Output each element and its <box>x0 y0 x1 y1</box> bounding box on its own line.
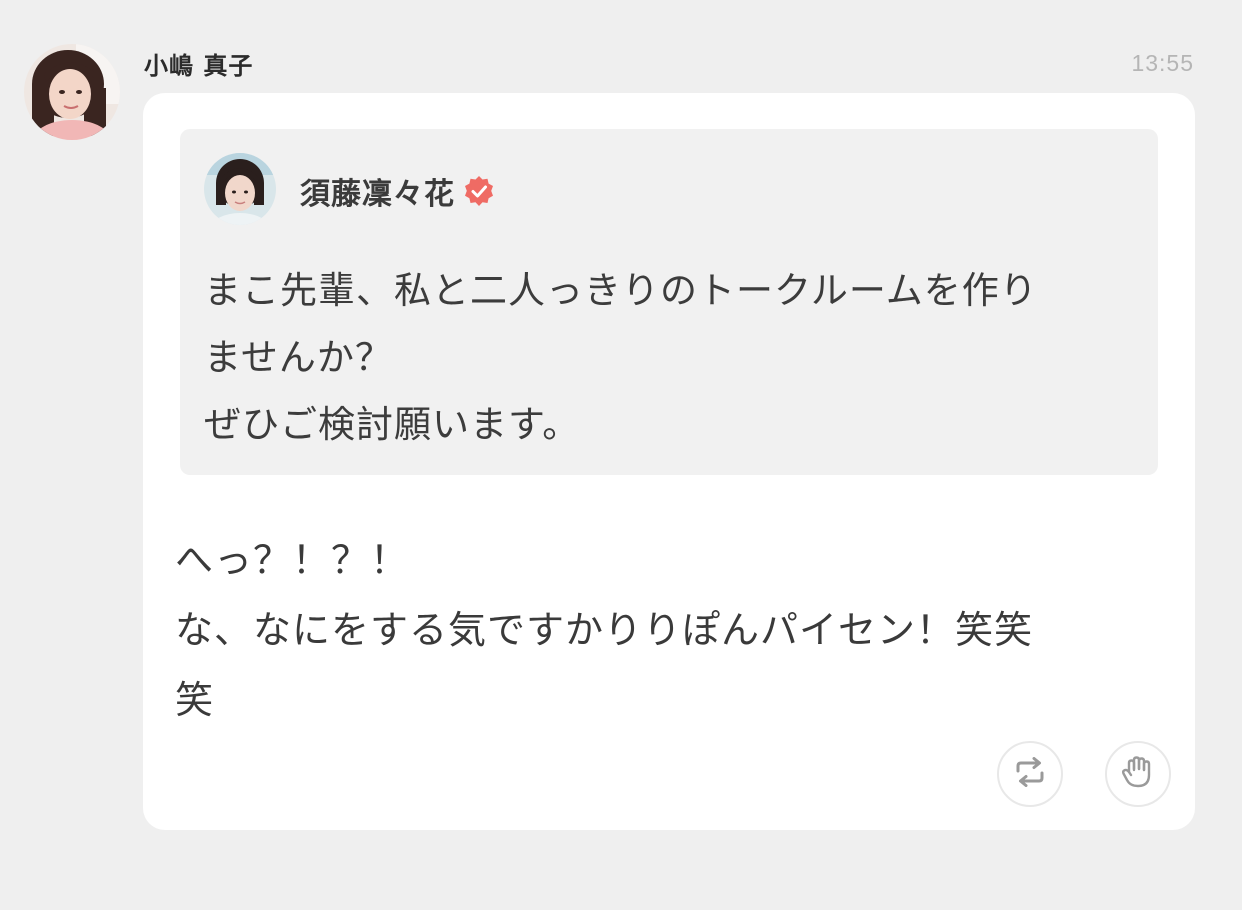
quote-author-avatar[interactable] <box>204 153 276 225</box>
quoted-message[interactable]: 須藤凜々花 まこ先輩、私と二人っきりのトークルームを作り ませんか？ ぜひご検討… <box>180 129 1158 475</box>
clap-button[interactable] <box>1105 741 1171 807</box>
repost-button[interactable] <box>997 741 1063 807</box>
message-card: 須藤凜々花 まこ先輩、私と二人っきりのトークルームを作り ませんか？ ぜひご検討… <box>143 93 1195 830</box>
sender-name: 小嶋 真子 <box>144 52 254 80</box>
repost-icon <box>1013 757 1047 791</box>
verified-badge-icon <box>463 175 495 207</box>
quote-text: まこ先輩、私と二人っきりのトークルームを作り ませんか？ ぜひご検討願います。 <box>204 269 1038 446</box>
quote-author-name: 須藤凜々花 <box>300 177 455 212</box>
clap-icon <box>1120 754 1156 794</box>
sender-avatar[interactable] <box>24 44 120 140</box>
reply-text: へっ？！？！ な、なにをする気ですかりりぽんパイセン！笑笑 笑 <box>175 538 1034 722</box>
quote-author: 須藤凜々花 <box>300 169 495 213</box>
message-timestamp: 13:55 <box>1131 50 1194 76</box>
